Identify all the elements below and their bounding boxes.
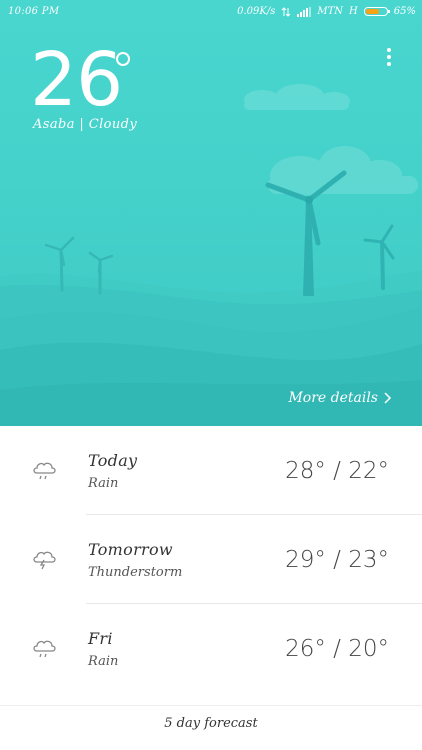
overflow-menu-icon[interactable]	[382, 48, 396, 68]
rain-cloud-icon	[33, 462, 56, 480]
status-time: 10:06 PM	[8, 6, 60, 17]
status-bar: 10:06 PM 0.09K/s MTN H 65%	[0, 0, 422, 24]
forecast-day: Fri	[88, 629, 113, 648]
forecast-temp-range: 29° / 23°	[285, 547, 389, 573]
forecast-condition: Thunderstorm	[88, 565, 183, 580]
status-right-group: 0.09K/s MTN H 65%	[237, 6, 416, 17]
network-speed: 0.09K/s	[237, 6, 276, 17]
rain-cloud-icon	[33, 640, 56, 658]
more-details-label: More details	[288, 390, 378, 406]
more-details-link[interactable]: More details	[288, 390, 392, 406]
current-temperature-value: 26	[30, 37, 123, 123]
battery-level-fill	[365, 9, 379, 14]
forecast-temp-range: 26° / 20°	[285, 636, 389, 662]
forecast-temp-range: 28° / 22°	[285, 458, 389, 484]
chevron-right-icon	[384, 392, 392, 404]
forecast-day: Today	[88, 451, 138, 470]
weather-hero: 10:06 PM 0.09K/s MTN H 65% 26 Asaba | Cl…	[0, 0, 422, 426]
battery-icon	[363, 7, 390, 16]
forecast-condition: Rain	[88, 476, 119, 491]
degree-symbol-icon	[116, 52, 130, 66]
signal-strength-icon	[297, 6, 312, 17]
forecast-day: Tomorrow	[88, 540, 173, 559]
cloud-shapes	[244, 84, 418, 196]
five-day-forecast-button[interactable]: 5 day forecast	[0, 705, 422, 746]
network-type: H	[349, 6, 358, 17]
battery-percent: 65%	[393, 6, 416, 17]
carrier-name: MTN	[317, 6, 344, 17]
forecast-condition: Rain	[88, 654, 119, 669]
forecast-row-today[interactable]: Today Rain 28° / 22°	[0, 426, 422, 515]
five-day-forecast-label: 5 day forecast	[164, 716, 258, 731]
current-temperature: 26	[30, 37, 123, 123]
forecast-row-tomorrow[interactable]: Tomorrow Thunderstorm 29° / 23°	[0, 515, 422, 604]
thunderstorm-cloud-icon	[33, 551, 56, 570]
forecast-list: Today Rain 28° / 22° Tomorrow Thundersto…	[0, 426, 422, 693]
location-condition[interactable]: Asaba | Cloudy	[33, 117, 137, 132]
data-arrows-icon	[282, 6, 291, 17]
forecast-row-fri[interactable]: Fri Rain 26° / 20°	[0, 604, 422, 693]
